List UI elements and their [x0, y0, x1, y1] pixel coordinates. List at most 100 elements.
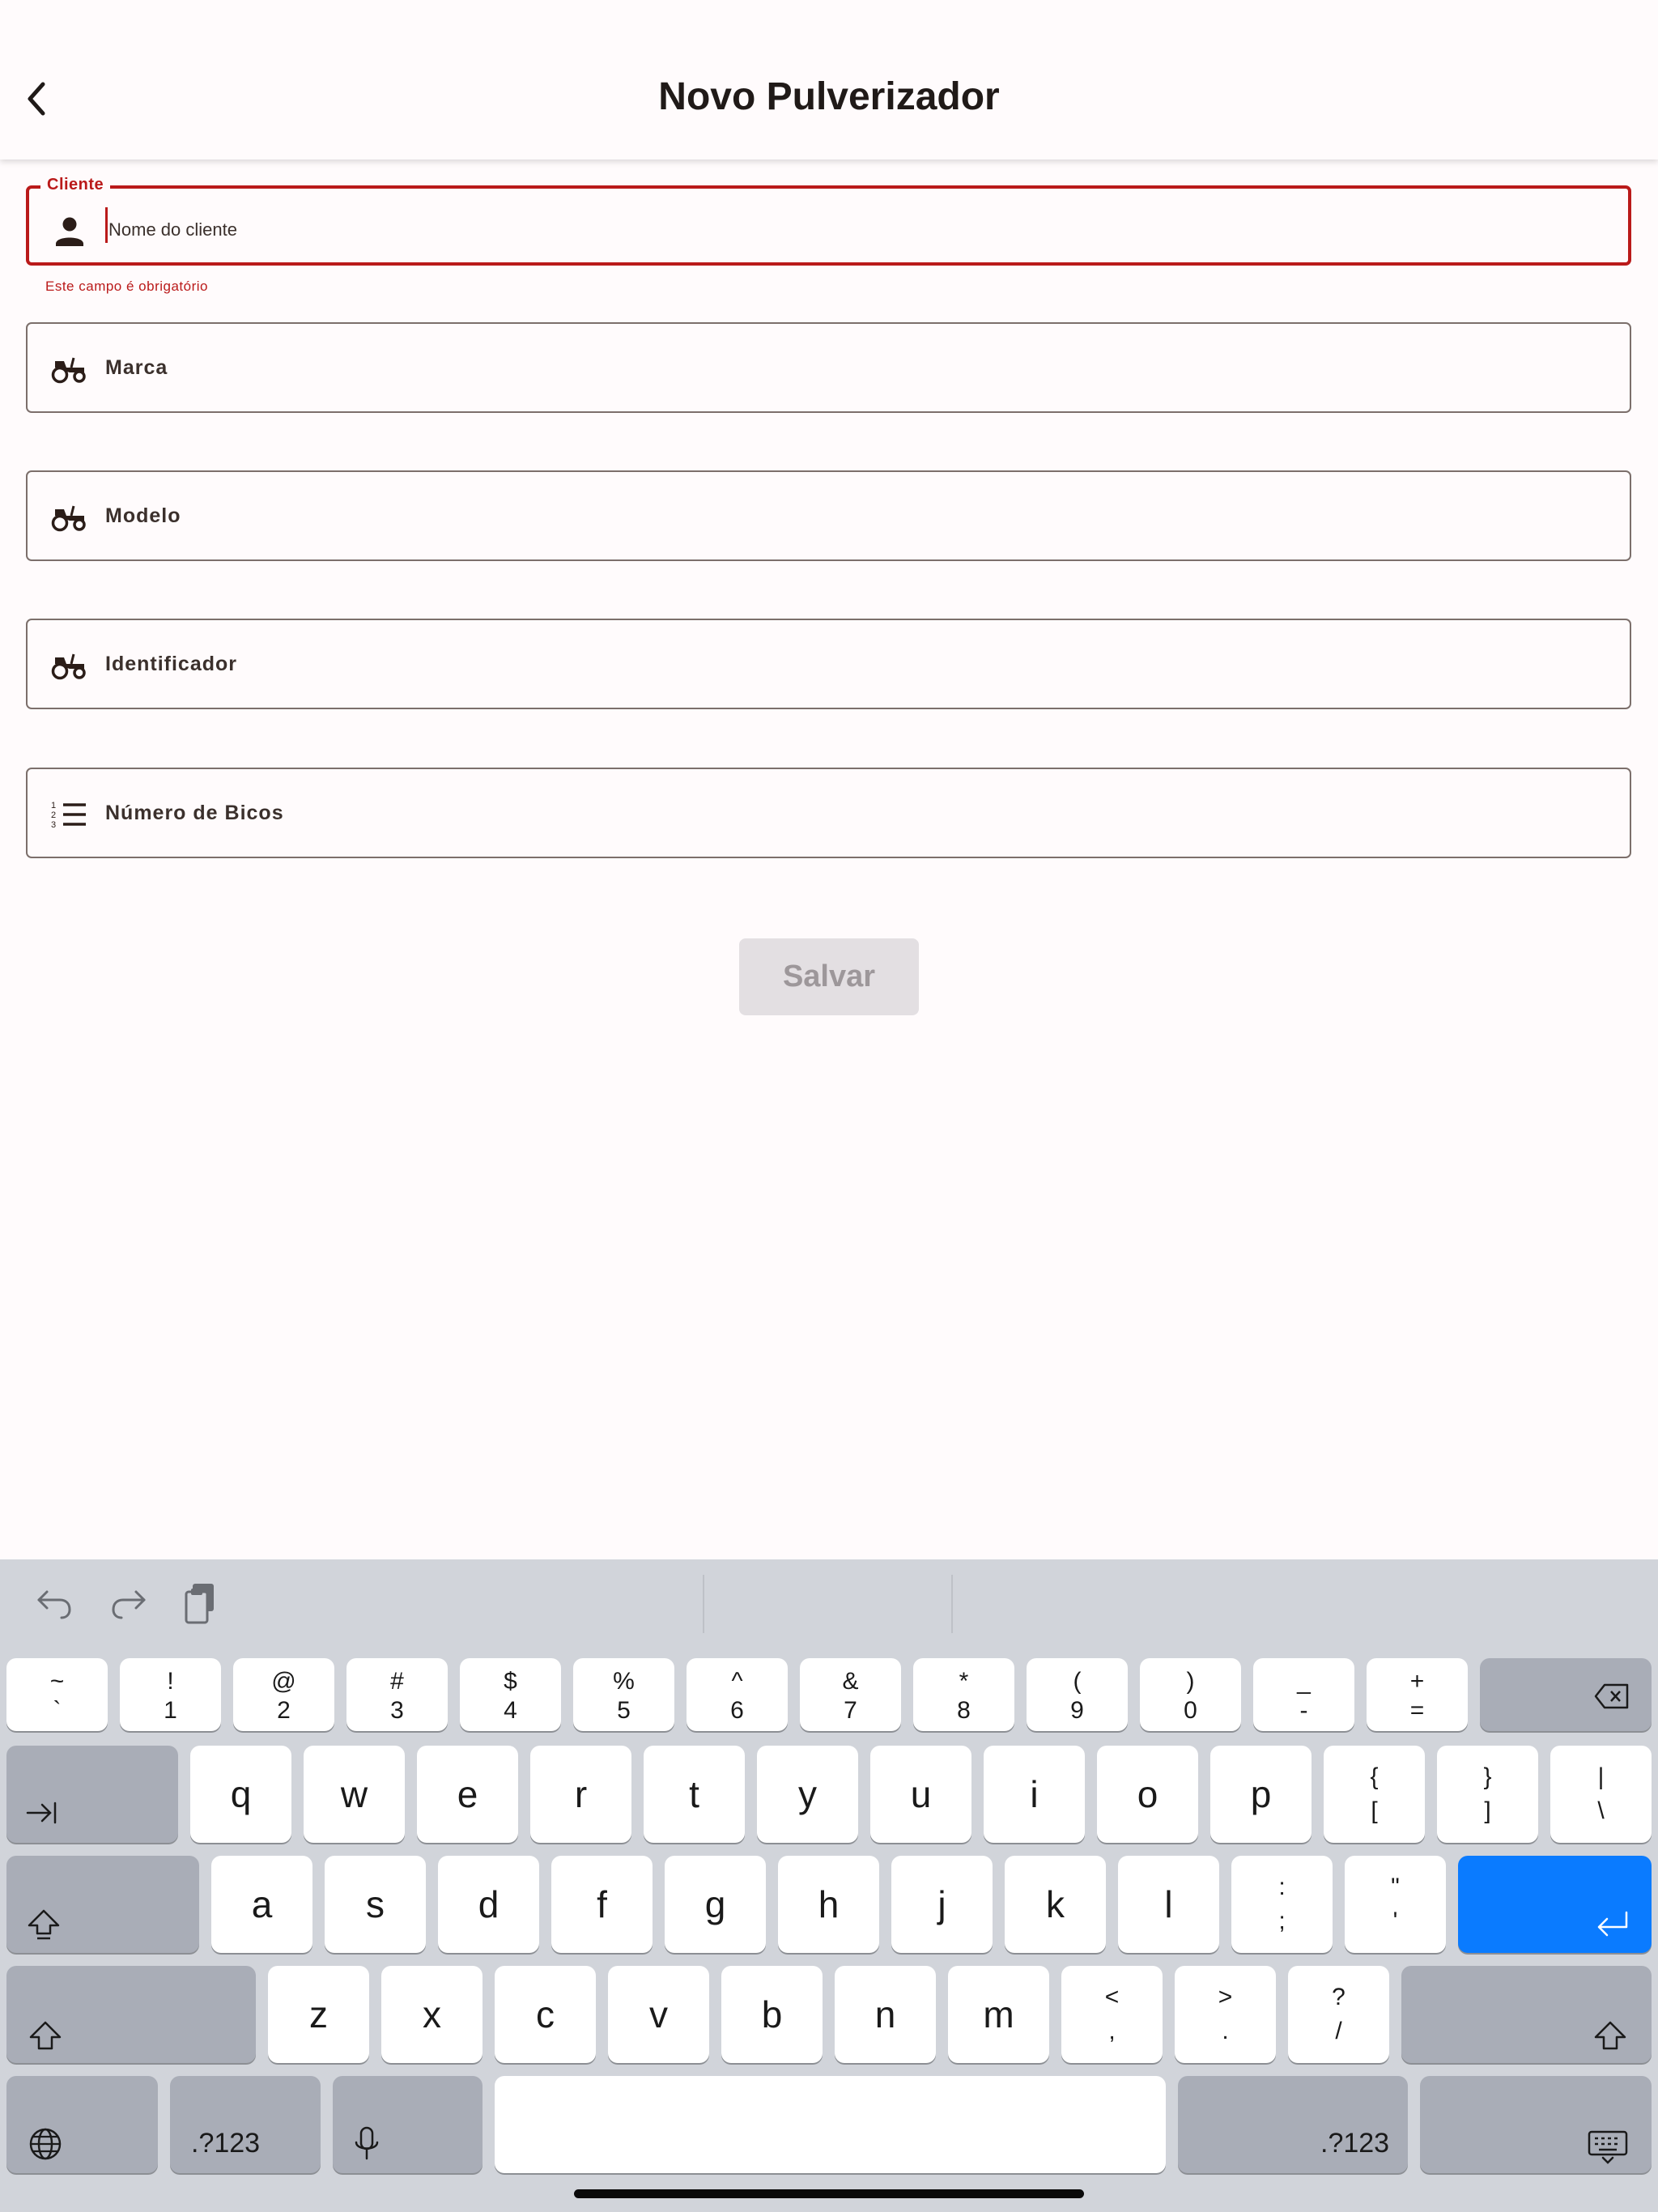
cliente-input[interactable] — [105, 203, 1566, 257]
svg-text:2: 2 — [51, 810, 56, 820]
key-r[interactable]: r — [530, 1746, 631, 1843]
save-button[interactable]: Salvar — [739, 938, 919, 1015]
key-o[interactable]: o — [1097, 1746, 1198, 1843]
key-j[interactable]: j — [891, 1856, 993, 1953]
key-u[interactable]: u — [870, 1746, 971, 1843]
key-y[interactable]: y — [757, 1746, 858, 1843]
key-1[interactable]: ! 1 — [120, 1658, 221, 1731]
key-0[interactable]: ) 0 — [1140, 1658, 1241, 1731]
return-key[interactable] — [1458, 1856, 1652, 1953]
key-3[interactable]: #3 — [346, 1658, 448, 1731]
key-m[interactable]: m — [948, 1966, 1049, 2063]
shift-icon — [1594, 2021, 1626, 2050]
key-left-bracket[interactable]: {[ — [1324, 1746, 1425, 1843]
globe-icon — [29, 2128, 62, 2160]
shift-icon — [29, 2021, 62, 2050]
text-cursor — [105, 207, 108, 243]
key-w[interactable]: w — [304, 1746, 405, 1843]
key-a[interactable]: a — [211, 1856, 312, 1953]
key-period[interactable]: >. — [1175, 1966, 1276, 2063]
redo-button[interactable] — [105, 1579, 151, 1627]
app-bar: Novo Pulverizador — [0, 0, 1658, 160]
keyboard-dismiss-icon — [1588, 2130, 1628, 2164]
key-8[interactable]: * 8 — [913, 1658, 1014, 1731]
paste-button[interactable] — [178, 1579, 223, 1627]
undo-button[interactable] — [32, 1579, 78, 1627]
key-x[interactable]: x — [381, 1966, 483, 2063]
numbers-key-left[interactable]: .?123 — [170, 2076, 321, 2173]
key-right-bracket[interactable]: }] — [1437, 1746, 1538, 1843]
key-c[interactable]: c — [495, 1966, 596, 2063]
tab-icon — [26, 1802, 57, 1824]
caps-lock-key[interactable] — [6, 1856, 199, 1953]
tractor-icon — [51, 653, 86, 680]
cliente-field[interactable]: Cliente — [26, 176, 1631, 266]
identificador-field[interactable]: Identificador — [26, 619, 1631, 709]
undo-icon — [37, 1590, 71, 1619]
key-s[interactable]: s — [325, 1856, 426, 1953]
microphone-icon — [355, 2126, 379, 2160]
tractor-icon — [51, 357, 86, 384]
redo-icon — [112, 1590, 146, 1619]
key-v[interactable]: v — [608, 1966, 709, 2063]
key-2[interactable]: @2 — [233, 1658, 334, 1731]
toolbar-divider — [703, 1575, 704, 1633]
tractor-icon — [51, 505, 86, 532]
key-p[interactable]: p — [1210, 1746, 1312, 1843]
key-d[interactable]: d — [438, 1856, 539, 1953]
svg-text:3: 3 — [51, 820, 56, 830]
page-title: Novo Pulverizador — [658, 75, 1000, 118]
key-slash[interactable]: ? / — [1288, 1966, 1389, 2063]
numero-bicos-label: Número de Bicos — [105, 802, 284, 824]
key-z[interactable]: z — [268, 1966, 369, 2063]
key-n[interactable]: n — [835, 1966, 936, 2063]
backspace-icon — [1594, 1683, 1629, 1709]
modelo-field[interactable]: Modelo — [26, 470, 1631, 561]
numero-bicos-field[interactable]: 123 Número de Bicos — [26, 768, 1631, 858]
key-g[interactable]: g — [665, 1856, 766, 1953]
caps-lock-icon — [28, 1909, 60, 1940]
key-l[interactable]: l — [1118, 1856, 1219, 1953]
key-7[interactable]: & 7 — [800, 1658, 901, 1731]
globe-key[interactable] — [6, 2076, 158, 2173]
key-quote[interactable]: " ' — [1345, 1856, 1446, 1953]
key-k[interactable]: k — [1005, 1856, 1106, 1953]
svg-text:1: 1 — [51, 801, 56, 810]
key-comma[interactable]: <, — [1061, 1966, 1163, 2063]
key-6[interactable]: ^ 6 — [687, 1658, 788, 1731]
key-4[interactable]: $4 — [460, 1658, 561, 1731]
key-backslash[interactable]: | \ — [1550, 1746, 1652, 1843]
key-i[interactable]: i — [984, 1746, 1085, 1843]
key-semicolon[interactable]: :; — [1231, 1856, 1333, 1953]
key-e[interactable]: e — [417, 1746, 518, 1843]
space-bar[interactable] — [495, 2076, 1166, 2173]
tab-key[interactable] — [6, 1746, 178, 1843]
key-b[interactable]: b — [721, 1966, 823, 2063]
key-minus[interactable]: _ - — [1253, 1658, 1354, 1731]
delete-key[interactable] — [1480, 1658, 1652, 1731]
key-q[interactable]: q — [190, 1746, 291, 1843]
numbers-key-right[interactable]: .?123 — [1178, 2076, 1408, 2173]
marca-field[interactable]: Marca — [26, 322, 1631, 413]
key-t[interactable]: t — [644, 1746, 745, 1843]
clipboard-icon — [185, 1584, 214, 1624]
key-5[interactable]: % 5 — [573, 1658, 674, 1731]
dismiss-keyboard-key[interactable] — [1420, 2076, 1652, 2173]
key-h[interactable]: h — [778, 1856, 879, 1953]
key-equals[interactable]: + = — [1367, 1658, 1468, 1731]
key-backtick[interactable]: ~ ` — [6, 1658, 108, 1731]
home-indicator[interactable] — [574, 2189, 1084, 2198]
key-9[interactable]: (9 — [1027, 1658, 1128, 1731]
dictation-key[interactable] — [333, 2076, 483, 2173]
modelo-label: Modelo — [105, 504, 181, 527]
return-icon — [1597, 1911, 1628, 1937]
shift-key-right[interactable] — [1401, 1966, 1652, 2063]
numbered-list-icon: 123 — [51, 801, 86, 830]
identificador-label: Identificador — [105, 653, 238, 675]
cliente-error-message: Este campo é obrigatório — [45, 279, 208, 294]
person-icon — [56, 217, 83, 246]
cliente-label: Cliente — [40, 176, 111, 194]
toolbar-divider — [951, 1575, 953, 1633]
key-f[interactable]: f — [551, 1856, 653, 1953]
shift-key-left[interactable] — [6, 1966, 256, 2063]
